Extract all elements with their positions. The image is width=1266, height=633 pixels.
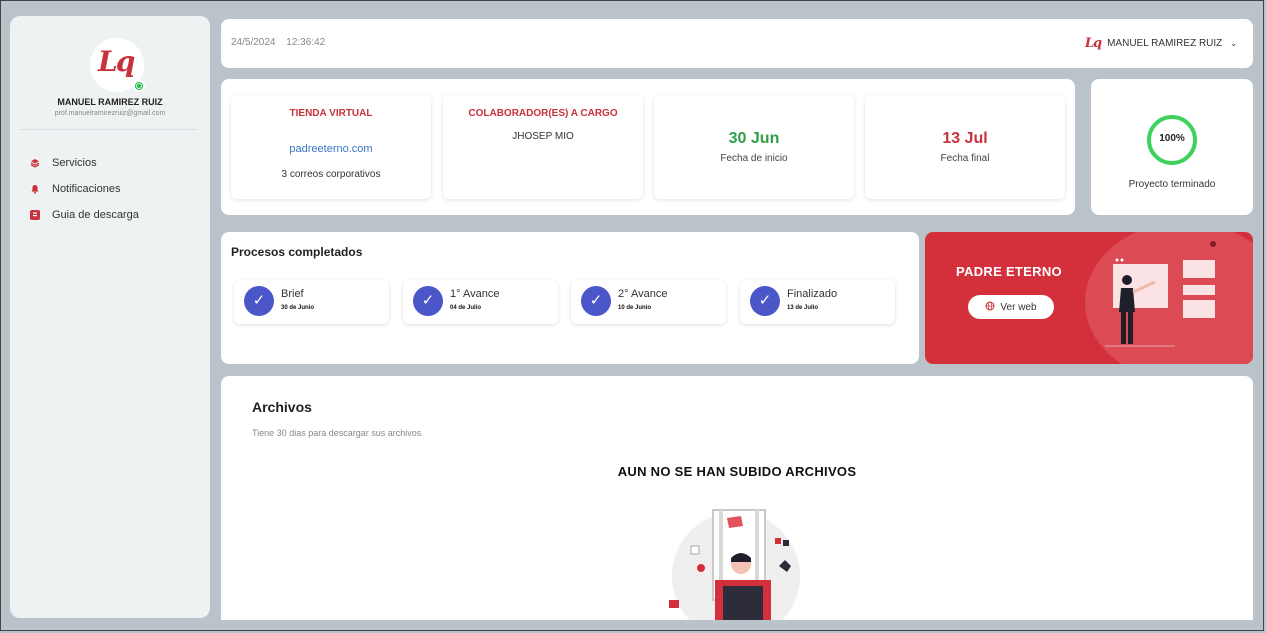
current-date: 24/5/2024 [231,37,276,48]
step-date: 30 de Junio [281,305,315,311]
files-empty-message: AUN NO SE HAN SUBIDO ARCHIVOS [617,464,857,479]
bell-icon [30,184,40,194]
view-web-button[interactable]: Ver web [968,295,1054,319]
store-title: TIENDA VIRTUAL [289,108,373,119]
user-menu-button[interactable]: Lq MANUEL RAMIREZ RUIZ ⌄ [1085,36,1237,51]
website-promo-banner: PADRE ETERNO Ver web [925,232,1253,364]
step-date: 04 de Julio [450,305,482,311]
sidebar-item-label: Guia de descarga [52,209,139,221]
step-name: Finalizado [787,288,838,300]
files-title: Archivos [252,399,312,415]
globe-icon [985,301,995,314]
store-card: TIENDA VIRTUAL padreeterno.com 3 correos… [231,95,431,199]
end-date-caption: Fecha final [940,153,990,164]
online-status-icon [133,80,145,92]
project-progress-panel: 100% Proyecto terminado [1091,79,1253,215]
step-name: 2° Avance [618,288,668,300]
check-icon: ✓ [413,286,443,316]
process-step: ✓ Finalizado 13 de Julio [740,280,895,324]
sidebar: Lq MANUEL RAMIREZ RUIZ prof.manuelramire… [10,16,210,618]
step-date: 13 de Julio [787,305,819,311]
collaborators-title: COLABORADOR(ES) A CARGO [468,108,618,119]
start-date-card: 30 Jun Fecha de inicio [654,95,854,199]
sidebar-user-email: prof.manuelramirezruiz@gmail.com [54,110,166,117]
store-link[interactable]: padreeterno.com [231,143,431,155]
sidebar-item-guia-descarga[interactable]: Guia de descarga [30,202,139,228]
sidebar-user-name: MANUEL RAMIREZ RUIZ [57,97,163,107]
collaborator-name: JHOSEP MIO [512,131,574,142]
progress-value: 100% [1159,133,1185,144]
book-icon [30,210,40,220]
user-logo: Lq [1084,36,1102,51]
files-panel: Archivos Tiene 30 dias para descargar su… [221,376,1253,620]
check-icon: ✓ [581,286,611,316]
processes-panel: Procesos completados ✓ Brief 30 de Junio… [221,232,919,364]
logo: Lq [98,45,135,78]
store-emails: 3 correos corporativos [281,169,381,180]
step-date: 10 de Junio [618,305,652,311]
top-header: 24/5/2024 12:36:42 Lq MANUEL RAMIREZ RUI… [221,19,1253,68]
sidebar-item-label: Notificaciones [52,183,121,195]
chevron-down-icon: ⌄ [1230,39,1237,48]
promo-title: PADRE ETERNO [956,264,1062,279]
presenter-illustration-icon [1105,241,1216,347]
empty-files-illustration-icon [669,509,800,620]
step-name: 1° Avance [450,288,500,300]
processes-title: Procesos completados [231,245,363,259]
progress-label: Proyecto terminado [1128,179,1216,190]
progress-ring: 100% [1147,115,1197,165]
layers-icon [30,158,40,168]
project-info-panel: TIENDA VIRTUAL padreeterno.com 3 correos… [221,79,1075,215]
start-date: 30 Jun [728,130,780,147]
divider [20,129,198,130]
start-date-caption: Fecha de inicio [720,153,788,164]
process-step: ✓ 1° Avance 04 de Julio [403,280,558,324]
step-name: Brief [281,288,304,300]
sidebar-menu: Servicios Notificaciones Guia de descarg… [30,150,139,228]
end-date-card: 13 Jul Fecha final [865,95,1065,199]
avatar[interactable]: Lq [90,38,145,92]
view-web-label: Ver web [1000,301,1037,313]
sidebar-item-notificaciones[interactable]: Notificaciones [30,176,139,202]
sidebar-item-label: Servicios [52,157,97,169]
sidebar-item-servicios[interactable]: Servicios [30,150,139,176]
current-time: 12:36:42 [286,37,326,48]
check-icon: ✓ [750,286,780,316]
files-subtitle: Tiene 30 dias para descargar sus archivo… [252,428,422,438]
header-user-name: MANUEL RAMIREZ RUIZ [1107,38,1223,49]
process-step: ✓ Brief 30 de Junio [234,280,389,324]
end-date: 13 Jul [942,130,988,147]
collaborators-card: COLABORADOR(ES) A CARGO JHOSEP MIO [443,95,643,199]
process-step: ✓ 2° Avance 10 de Junio [571,280,726,324]
check-icon: ✓ [244,286,274,316]
datetime: 24/5/2024 12:36:42 [231,37,333,48]
